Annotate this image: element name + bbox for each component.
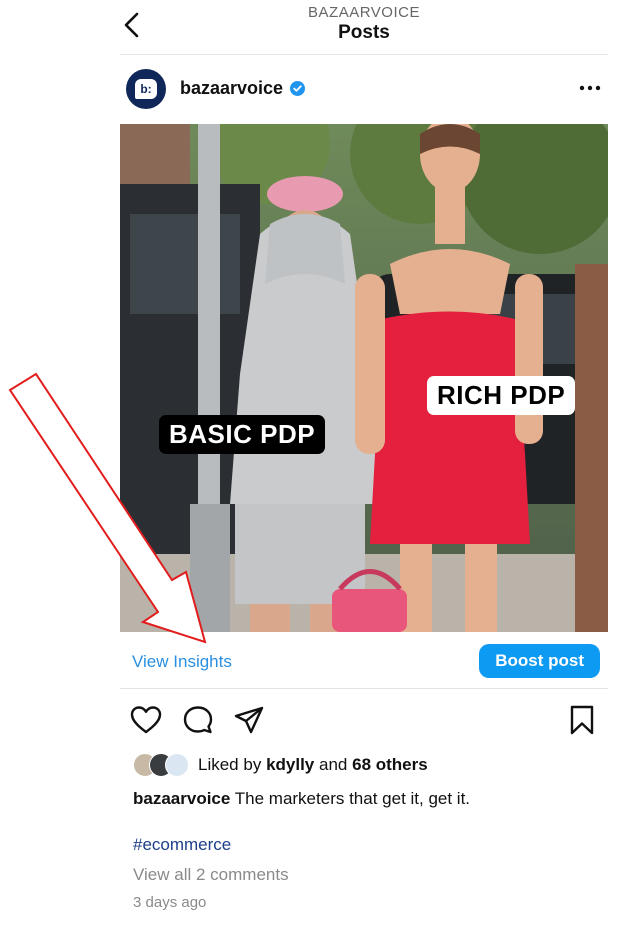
post-author-row: b: bazaarvoice: [120, 66, 608, 112]
liker-username[interactable]: kdylly: [266, 755, 314, 774]
account-subtitle: BAZAARVOICE: [308, 4, 420, 21]
likes-prefix: Liked by: [198, 755, 262, 774]
bookmark-icon[interactable]: [566, 704, 598, 736]
view-comments-link[interactable]: View all 2 comments: [133, 865, 289, 885]
hashtag-link[interactable]: #ecommerce: [133, 835, 231, 855]
post-image[interactable]: BASIC PDP RICH PDP: [120, 124, 608, 632]
avatar-logo: b:: [135, 79, 157, 99]
post-caption: bazaarvoice The marketers that get it, g…: [133, 789, 470, 809]
boost-post-button[interactable]: Boost post: [479, 644, 600, 678]
page-title: Posts: [338, 22, 390, 43]
avatar: [165, 753, 189, 777]
caption-text: The marketers that get it, get it.: [234, 789, 471, 808]
send-icon[interactable]: [233, 705, 265, 735]
avatar[interactable]: b:: [126, 69, 166, 109]
basic-pdp-label: BASIC PDP: [159, 415, 326, 454]
likes-summary[interactable]: Liked by kdylly and 68 others: [198, 755, 428, 775]
liker-avatars[interactable]: [133, 753, 193, 777]
comment-icon[interactable]: [182, 705, 214, 735]
post-timestamp: 3 days ago: [133, 894, 207, 911]
likes-joiner: and: [319, 755, 348, 774]
author-username[interactable]: bazaarvoice: [180, 78, 283, 99]
verified-badge-icon: [290, 81, 305, 96]
likes-row: Liked by kdylly and 68 others: [133, 752, 603, 778]
view-insights-link[interactable]: View Insights: [132, 652, 232, 672]
caption-username[interactable]: bazaarvoice: [133, 789, 230, 808]
top-bar: BAZAARVOICE Posts: [120, 0, 608, 55]
insights-row: View Insights Boost post: [120, 640, 608, 689]
heart-icon[interactable]: [130, 705, 162, 735]
more-horizontal-icon[interactable]: [578, 80, 602, 96]
rich-pdp-label: RICH PDP: [427, 376, 576, 415]
likes-others-count[interactable]: 68 others: [352, 755, 428, 774]
